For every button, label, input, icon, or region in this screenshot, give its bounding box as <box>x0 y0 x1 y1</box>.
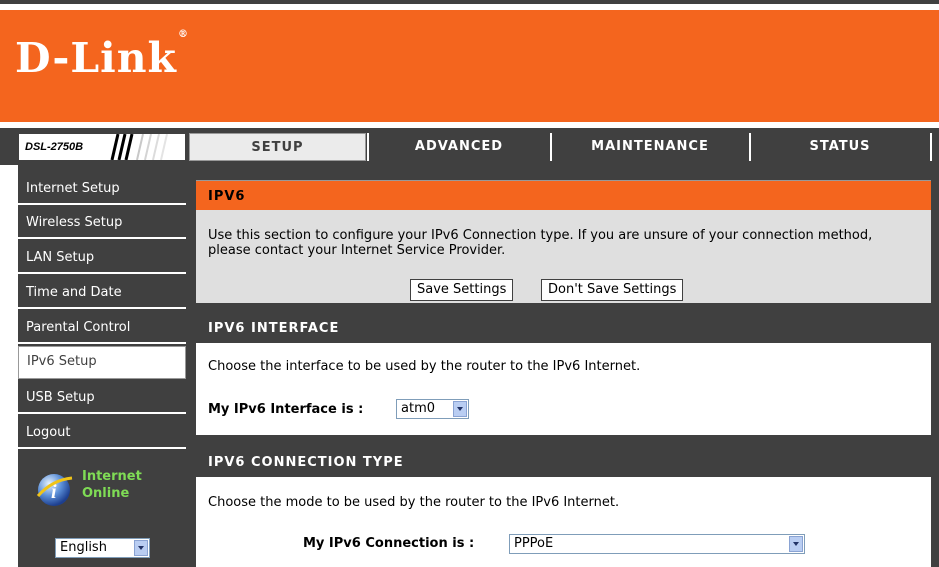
ipv6-connection-label: My IPv6 Connection is : <box>303 536 475 551</box>
language-select[interactable]: English <box>55 538 150 558</box>
tab-advanced[interactable]: ADVANCED <box>369 133 549 161</box>
tab-maintenance[interactable]: MAINTENANCE <box>552 133 748 161</box>
dropdown-arrow-icon <box>789 536 803 552</box>
model-label: DSL-2750B <box>25 141 84 153</box>
dlink-logo: D-Link® <box>15 29 189 82</box>
ipv6-interface-select[interactable]: atm0 <box>396 399 469 419</box>
save-settings-button[interactable]: Save Settings <box>410 279 514 301</box>
sidebar-item-logout[interactable]: Logout <box>18 416 186 449</box>
ipv6-connection-select[interactable]: PPPoE <box>509 534 805 554</box>
sidebar-item-lan-setup[interactable]: LAN Setup <box>18 241 186 274</box>
ipv6-connection-type-title: IPV6 CONNECTION TYPE <box>196 447 931 477</box>
ipv6-section-title: IPV6 <box>196 180 931 210</box>
dont-save-settings-button[interactable]: Don't Save Settings <box>541 279 684 301</box>
sidebar-item-usb-setup[interactable]: USB Setup <box>18 381 186 414</box>
sidebar-item-wireless-setup[interactable]: Wireless Setup <box>18 206 186 239</box>
ipv6-interface-label: My IPv6 Interface is : <box>208 402 364 417</box>
internet-status-globe-icon: i <box>36 474 73 506</box>
tab-status[interactable]: STATUS <box>751 133 929 161</box>
ipv6-connection-description: Choose the mode to be used by the router… <box>208 495 620 510</box>
ipv6-interface-panel <box>196 343 931 435</box>
dropdown-arrow-icon <box>453 401 467 417</box>
ipv6-description: Use this section to configure your IPv6 … <box>208 228 873 258</box>
sidebar-item-parental-control[interactable]: Parental Control <box>18 311 186 344</box>
ipv6-interface-title: IPV6 INTERFACE <box>196 313 931 343</box>
sidebar-item-ipv6-setup[interactable]: IPv6 Setup <box>18 346 186 379</box>
tab-setup[interactable]: SETUP <box>189 133 366 161</box>
sidebar-item-internet-setup[interactable]: Internet Setup <box>18 172 186 205</box>
model-badge: DSL-2750B <box>18 133 186 161</box>
dropdown-arrow-icon <box>134 540 148 556</box>
ipv6-interface-description: Choose the interface to be used by the r… <box>208 359 641 374</box>
model-slashes-icon <box>110 134 168 160</box>
internet-status: Internet Online <box>82 469 142 501</box>
sidebar-item-time-and-date[interactable]: Time and Date <box>18 276 186 309</box>
